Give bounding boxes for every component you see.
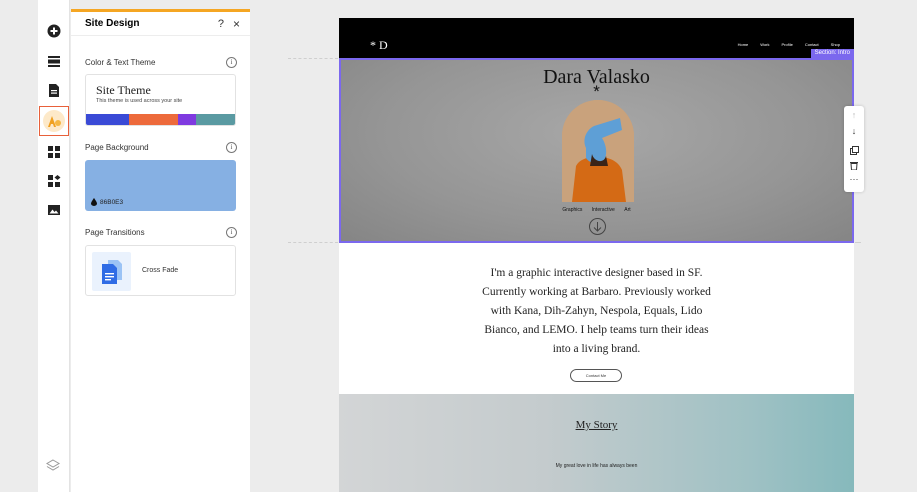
asterisk-mark: * — [593, 82, 600, 101]
intro-tags: Graphics Interactive Art — [341, 207, 852, 213]
site-design-icon[interactable] — [39, 106, 69, 136]
info-icon[interactable]: i — [226, 57, 237, 68]
arrow-down-icon — [593, 221, 602, 232]
theme-swatches — [86, 114, 235, 125]
color-drop-icon — [91, 198, 97, 206]
tag-graphics[interactable]: Graphics — [562, 207, 582, 213]
media-icon[interactable] — [42, 199, 66, 221]
contact-me-button[interactable]: Contact Me — [570, 369, 622, 382]
nav-shop[interactable]: Shop — [831, 42, 840, 47]
nav-home[interactable]: Home — [738, 42, 749, 47]
nav-contact[interactable]: Contact — [805, 42, 819, 47]
site-header[interactable]: * D Home Work Profile Contact Shop Secti… — [339, 18, 854, 58]
section-guide — [288, 242, 338, 243]
delete-icon[interactable] — [844, 161, 864, 172]
transition-name: Cross Fade — [142, 267, 179, 274]
bio-line: with Kana, Dih-Zahyn, Nespola, Equals, L… — [490, 305, 703, 317]
theme-swatch — [129, 114, 178, 125]
my-story-section[interactable]: My Story My great love in life has alway… — [339, 394, 854, 492]
site-nav: Home Work Profile Contact Shop — [738, 42, 840, 47]
bio-line: Bianco, and LEMO. I help teams turn thei… — [484, 324, 709, 336]
tag-art[interactable]: Art — [624, 207, 630, 213]
section-actions-toolbar: ↑ ↓ ··· — [844, 106, 864, 192]
move-down-icon[interactable]: ↓ — [844, 126, 864, 136]
theme-description: This theme is used across your site — [96, 98, 183, 104]
bio-line: Currently working at Barbaro. Previously… — [482, 286, 711, 298]
tag-interactive[interactable]: Interactive — [592, 207, 615, 213]
site-logo[interactable]: * D — [370, 38, 388, 53]
info-icon[interactable]: i — [226, 142, 237, 153]
transition-thumbnail — [92, 252, 131, 291]
layers-icon[interactable] — [46, 459, 60, 473]
site-preview: * D Home Work Profile Contact Shop Secti… — [339, 18, 854, 492]
page-background-label: Page Background — [85, 143, 149, 152]
bio-text[interactable]: I'm a graphic interactive designer based… — [339, 264, 854, 359]
transition-card[interactable]: Cross Fade — [85, 245, 236, 296]
duplicate-icon[interactable] — [844, 146, 864, 157]
apps-icon[interactable] — [42, 141, 66, 163]
site-design-panel: Site Design ? × Color & Text Theme i Sit… — [71, 9, 250, 492]
background-hex-value: 86B0E3 — [100, 198, 124, 206]
sections-icon[interactable] — [42, 50, 66, 72]
panel-title: Site Design — [85, 18, 140, 29]
color-theme-label: Color & Text Theme — [85, 58, 156, 67]
story-text: My great love in life has always been — [555, 463, 638, 469]
business-apps-icon[interactable] — [42, 170, 66, 192]
page-transitions-label: Page Transitions — [85, 228, 145, 237]
section-tag: Section: Intro — [810, 49, 854, 58]
site-theme-card[interactable]: Site Theme This theme is used across you… — [85, 74, 236, 126]
pages-stack-icon — [101, 259, 122, 284]
bio-line: I'm a graphic interactive designer based… — [490, 267, 703, 279]
close-icon[interactable]: × — [233, 17, 240, 31]
theme-name: Site Theme — [96, 83, 151, 97]
background-hex: 86B0E3 — [91, 198, 123, 206]
more-actions-icon[interactable]: ··· — [844, 174, 864, 184]
theme-swatch — [86, 114, 129, 125]
left-toolbar — [38, 0, 70, 492]
nav-profile[interactable]: Profile — [782, 42, 793, 47]
section-guide — [288, 58, 338, 59]
theme-swatch — [196, 114, 235, 125]
nav-work[interactable]: Work — [760, 42, 769, 47]
bio-line: into a living brand. — [552, 343, 641, 355]
story-title[interactable]: My Story — [339, 419, 854, 431]
portrait-image[interactable] — [562, 100, 634, 202]
pages-icon[interactable] — [42, 79, 66, 101]
scroll-down-button[interactable] — [589, 218, 606, 235]
theme-swatch — [178, 114, 196, 125]
help-icon[interactable]: ? — [218, 18, 224, 30]
info-icon[interactable]: i — [226, 227, 237, 238]
move-up-icon[interactable]: ↑ — [844, 110, 864, 120]
section-guide — [855, 242, 861, 243]
intro-section[interactable]: Dara Valasko * Graphics Interactive Art — [339, 58, 854, 243]
editor-app: Site Design ? × Color & Text Theme i Sit… — [0, 0, 917, 492]
add-elements-icon[interactable] — [42, 20, 66, 42]
